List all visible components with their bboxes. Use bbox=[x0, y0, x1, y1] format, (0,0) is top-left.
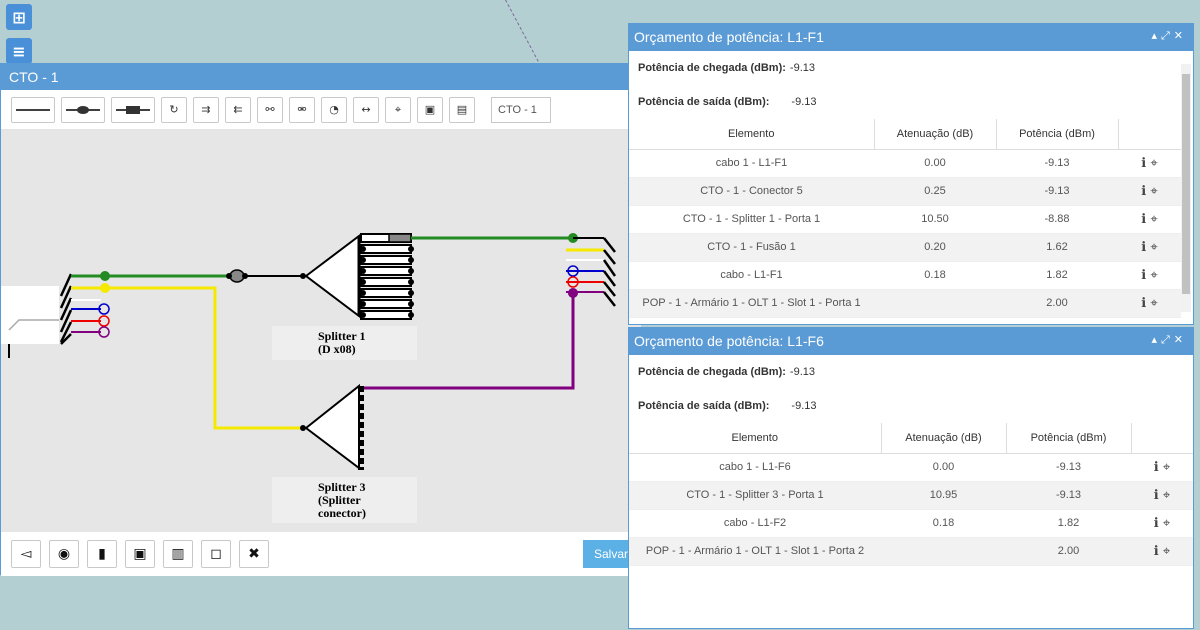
table-row: POP - 1 - Armário 1 - OLT 1 - Slot 1 - P… bbox=[629, 289, 1181, 318]
splitter-3-label: Splitter 3 (Splitter conector) bbox=[272, 477, 417, 523]
header-attenuation: Atenuação (dB) bbox=[874, 119, 997, 150]
cable-tool[interactable] bbox=[11, 96, 55, 123]
table-row: cabo - L1-F2 0.18 1.82 ℹ ⌖ bbox=[629, 509, 1193, 538]
collapse-icon[interactable]: ▴ bbox=[1151, 29, 1161, 42]
info-icon[interactable]: ℹ bbox=[1154, 544, 1159, 559]
cto-toolbar: ↻ ⇉ ⇇ ⚯ ⚮ ◔ ↔ ⌖ ▣ ▤ bbox=[1, 90, 639, 130]
locate-icon[interactable]: ⌖ bbox=[1163, 516, 1170, 531]
header-element: Elemento bbox=[629, 423, 882, 454]
close-icon[interactable]: ✕ bbox=[1174, 333, 1187, 346]
image-icon[interactable]: ▣ bbox=[417, 96, 443, 123]
menu-icon: ≡ bbox=[12, 41, 26, 61]
info-icon[interactable]: ℹ bbox=[1141, 184, 1146, 199]
budget-table: Elemento Atenuação (dB) Potência (dBm) c… bbox=[629, 423, 1193, 566]
adapter-icon[interactable]: ▮ bbox=[87, 540, 117, 568]
info-icon[interactable]: ℹ bbox=[1141, 296, 1146, 311]
collapse-icon[interactable]: ▴ bbox=[1151, 333, 1161, 346]
locate-icon[interactable]: ⌖ bbox=[1150, 268, 1157, 283]
locate-icon[interactable]: ⌖ bbox=[1150, 212, 1157, 227]
table-row: cabo 1 - L1-F1 0.00 -9.13 ℹ ⌖ bbox=[629, 149, 1181, 178]
info-icon[interactable]: ℹ bbox=[1141, 212, 1146, 227]
cto-window-title: CTO - 1 bbox=[1, 64, 639, 90]
info-icon[interactable]: ℹ bbox=[1154, 516, 1159, 531]
expand-icon[interactable]: ⤢ bbox=[1161, 29, 1174, 42]
connector-tool[interactable] bbox=[61, 96, 105, 123]
map-route-line bbox=[505, 0, 540, 62]
attenuator-icon[interactable]: ◅ bbox=[11, 540, 41, 568]
plus-square-icon: ⊞ bbox=[12, 7, 26, 27]
fusion-icon[interactable]: ▣ bbox=[125, 540, 155, 568]
info-icon[interactable]: ℹ bbox=[1154, 460, 1159, 475]
unlink-icon[interactable]: ⚮ bbox=[289, 96, 315, 123]
delete-icon[interactable]: ✖ bbox=[239, 540, 269, 568]
arrival-power: Potência de chegada (dBm): -9.13 bbox=[638, 366, 815, 378]
refresh-icon[interactable]: ↻ bbox=[161, 96, 187, 123]
scrollbar[interactable] bbox=[1181, 64, 1191, 312]
close-icon[interactable]: ✕ bbox=[1174, 29, 1187, 42]
info-icon[interactable]: ℹ bbox=[1141, 268, 1146, 283]
table-row: cabo 1 - L1-F6 0.00 -9.13 ℹ ⌖ bbox=[629, 453, 1193, 482]
pdf-icon[interactable]: ▤ bbox=[449, 96, 475, 123]
cto-footer-toolbar: ◅ ◉ ▮ ▣ ▥ ◻ ✖ Salvar bbox=[1, 532, 639, 576]
table-row: POP - 1 - Armário 1 - OLT 1 - Slot 1 - P… bbox=[629, 537, 1193, 566]
header-power: Potência (dBm) bbox=[1006, 423, 1132, 454]
splitter-1-label: Splitter 1 (D x08) bbox=[272, 326, 417, 360]
fusion-tool[interactable] bbox=[111, 96, 155, 123]
header-power: Potência (dBm) bbox=[996, 119, 1119, 150]
cto-window: CTO - 1 ↻ ⇉ ⇇ ⚯ ⚮ ◔ ↔ ⌖ ▣ ▤ CTO - 1 Spli… bbox=[0, 63, 641, 576]
add-button[interactable]: ⊞ bbox=[6, 4, 32, 30]
tray-icon[interactable]: ▥ bbox=[163, 540, 193, 568]
table-row: CTO - 1 - Splitter 3 - Porta 1 10.95 -9.13… bbox=[629, 481, 1193, 510]
panel-title: Orçamento de potência: L1-F1 ▴⤢✕ bbox=[629, 24, 1193, 51]
table-row: CTO - 1 - Splitter 1 - Porta 1 10.50 -8.88… bbox=[629, 205, 1181, 234]
note-icon[interactable]: ◻ bbox=[201, 540, 231, 568]
table-row: cabo - L1-F1 0.18 1.82 ℹ ⌖ bbox=[629, 261, 1181, 290]
locate-icon[interactable]: ⌖ bbox=[1150, 184, 1157, 199]
info-icon[interactable]: ℹ bbox=[1141, 240, 1146, 255]
diagram-canvas[interactable]: Splitter 1 (D x08) Splitter 3 (Splitter … bbox=[1, 130, 641, 532]
power-budget-panel-1: Orçamento de potência: L1-F1 ▴⤢✕ Potênci… bbox=[628, 23, 1194, 325]
budget-table: Elemento Atenuação (dB) Potência (dBm) c… bbox=[629, 119, 1181, 318]
locate-icon[interactable]: ⌖ bbox=[1163, 460, 1170, 475]
output-power: Potência de saída (dBm): -9.13 bbox=[638, 96, 817, 108]
header-attenuation: Atenuação (dB) bbox=[881, 423, 1007, 454]
locate-icon[interactable]: ⌖ bbox=[1163, 544, 1170, 559]
cto-name-input[interactable] bbox=[491, 96, 551, 123]
table-row: CTO - 1 - Conector 5 0.25 -9.13 ℹ ⌖ bbox=[629, 177, 1181, 206]
table-row: CTO - 1 - Fusão 1 0.20 1.62 ℹ ⌖ bbox=[629, 233, 1181, 262]
arrival-power: Potência de chegada (dBm): -9.13 bbox=[638, 62, 815, 74]
expand-icon[interactable]: ⤢ bbox=[1161, 333, 1174, 346]
locate-icon[interactable]: ⌖ bbox=[1150, 296, 1157, 311]
power-budget-panel-2: Orçamento de potência: L1-F6 ▴⤢✕ Potênci… bbox=[628, 327, 1194, 629]
output-power: Potência de saída (dBm): -9.13 bbox=[638, 400, 817, 412]
locate-icon[interactable]: ⌖ bbox=[1150, 240, 1157, 255]
link-icon[interactable]: ⚯ bbox=[257, 96, 283, 123]
arrows-horizontal-icon[interactable]: ↔ bbox=[353, 96, 379, 123]
connector-icon[interactable]: ◉ bbox=[49, 540, 79, 568]
plug-out-icon[interactable]: ⇇ bbox=[225, 96, 251, 123]
panel-title: Orçamento de potência: L1-F6 ▴⤢✕ bbox=[629, 328, 1193, 355]
info-icon[interactable]: ℹ bbox=[1141, 156, 1146, 171]
header-element: Elemento bbox=[629, 119, 875, 150]
crosshair-icon[interactable]: ⌖ bbox=[385, 96, 411, 123]
locate-icon[interactable]: ⌖ bbox=[1163, 488, 1170, 503]
menu-button[interactable]: ≡ bbox=[6, 38, 32, 64]
dashboard-icon[interactable]: ◔ bbox=[321, 96, 347, 123]
info-icon[interactable]: ℹ bbox=[1154, 488, 1159, 503]
plug-in-icon[interactable]: ⇉ bbox=[193, 96, 219, 123]
locate-icon[interactable]: ⌖ bbox=[1150, 156, 1157, 171]
